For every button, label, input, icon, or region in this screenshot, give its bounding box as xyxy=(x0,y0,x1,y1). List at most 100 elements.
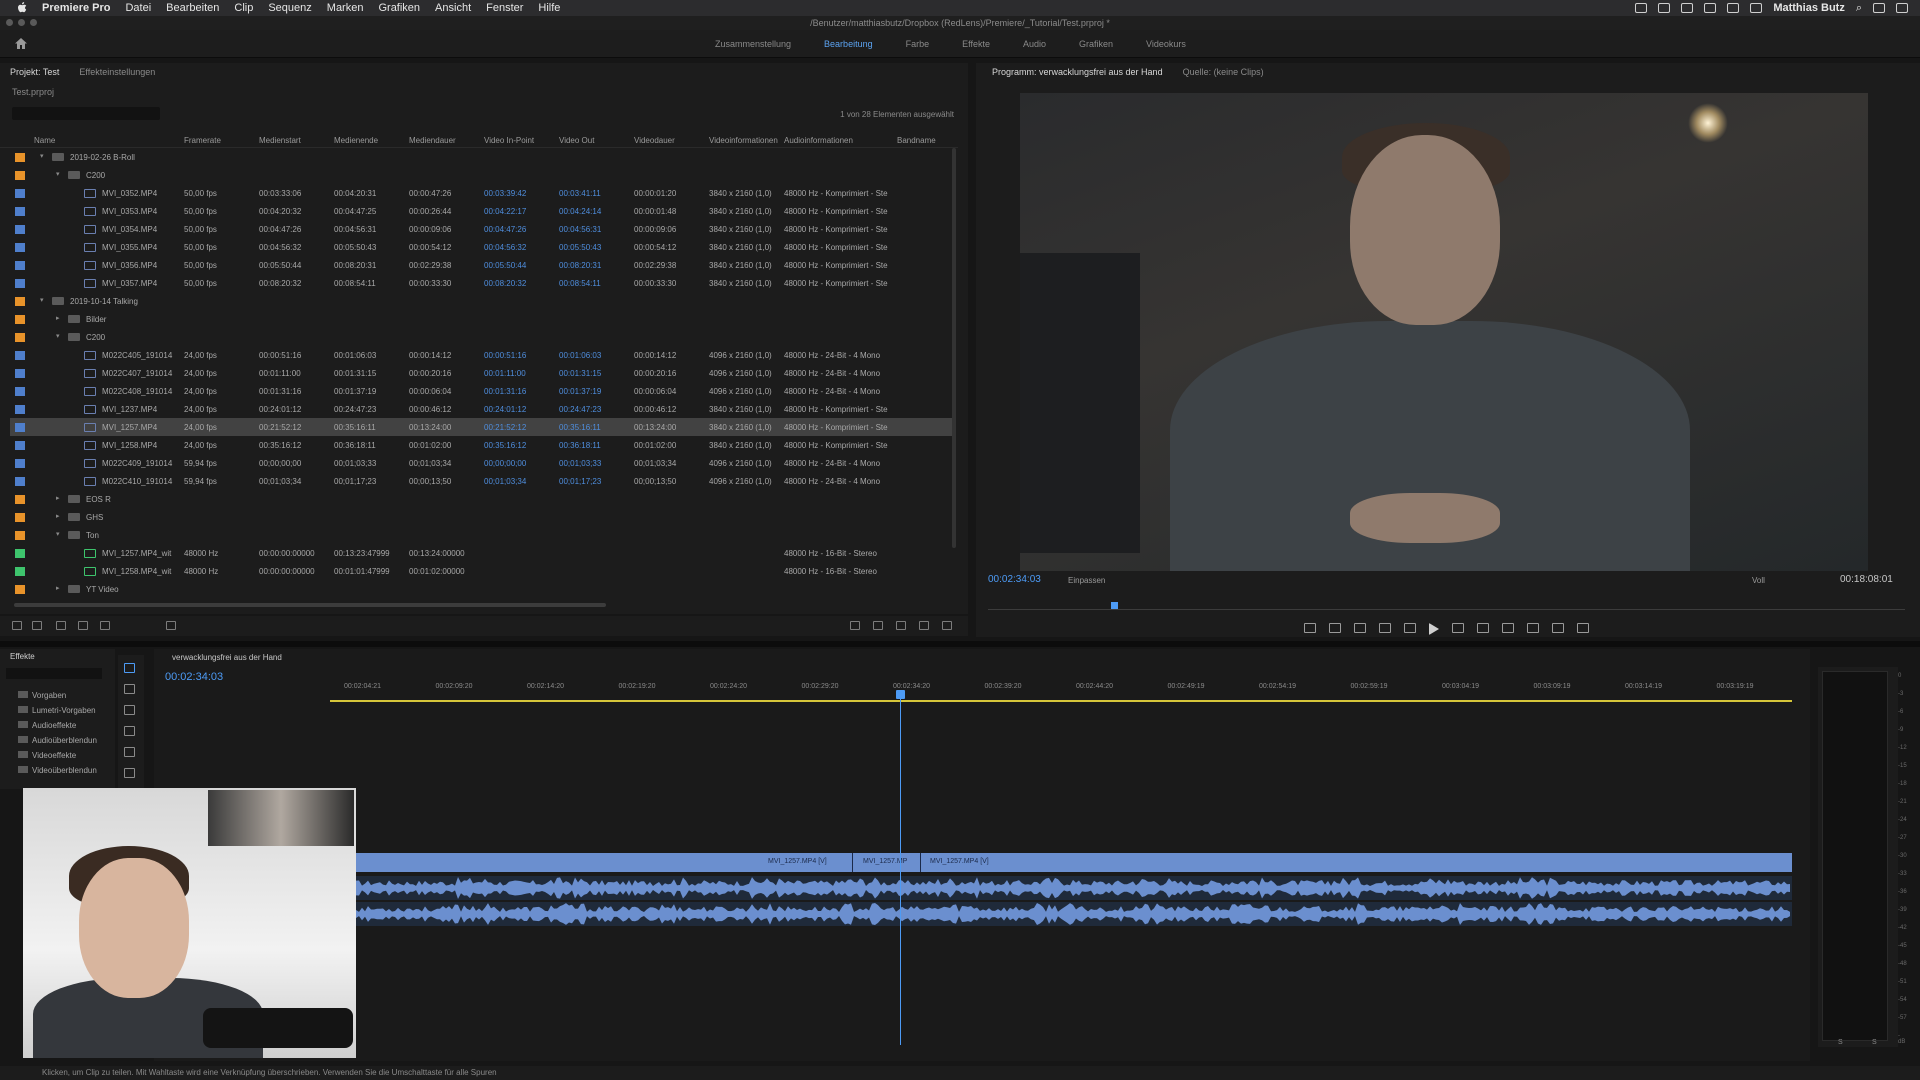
column-videodauer[interactable]: Videodauer xyxy=(634,136,675,145)
step-back-icon[interactable] xyxy=(1404,623,1416,633)
label-color-swatch[interactable] xyxy=(15,513,25,522)
disclosure-open-icon[interactable]: ▾ xyxy=(40,152,44,160)
clip-row[interactable]: MVI_0352.MP4 50,00 fps 00:03:33:06 00:04:20… xyxy=(10,184,952,202)
effects-search-input[interactable] xyxy=(6,668,102,679)
window-zoom-button[interactable] xyxy=(30,19,37,26)
column-mediendauer[interactable]: Mediendauer xyxy=(409,136,456,145)
program-video-frame[interactable] xyxy=(1020,93,1868,571)
column-video-in-point[interactable]: Video In-Point xyxy=(484,136,534,145)
trash-icon[interactable] xyxy=(942,621,952,630)
disclosure-open-icon[interactable]: ▾ xyxy=(56,170,60,178)
clip-row[interactable]: MVI_1257.MP4_wit 48000 Hz 00:00:00:00000 00… xyxy=(10,544,952,562)
time-machine-icon[interactable] xyxy=(1704,3,1717,13)
program-playhead[interactable] xyxy=(1110,602,1118,609)
menu-grafiken[interactable]: Grafiken xyxy=(378,2,420,14)
menu-clip[interactable]: Clip xyxy=(234,2,253,14)
program-timecode[interactable]: 00:02:34:03 xyxy=(988,574,1041,585)
selection-tool-icon[interactable] xyxy=(124,663,135,673)
project-search-input[interactable] xyxy=(12,107,160,120)
label-color-swatch[interactable] xyxy=(15,459,25,468)
timeline-ruler[interactable]: 00:02:04:21 00:02:09:20 00:02:14:20 00:02:1… xyxy=(330,683,1792,701)
label-color-swatch[interactable] xyxy=(15,153,25,162)
spotlight-search-icon[interactable]: ⌕ xyxy=(1856,2,1862,15)
add-marker-icon[interactable] xyxy=(1304,623,1316,633)
workspace-effekte[interactable]: Effekte xyxy=(962,39,990,49)
label-color-swatch[interactable] xyxy=(15,585,25,594)
program-fit-dropdown[interactable]: Einpassen xyxy=(1068,576,1105,585)
column-bandname[interactable]: Bandname xyxy=(897,136,936,145)
extract-icon[interactable] xyxy=(1527,623,1539,633)
track-select-tool-icon[interactable] xyxy=(124,684,135,694)
effects-item[interactable]: Audioeffekte xyxy=(10,721,76,733)
program-scrub-bar[interactable] xyxy=(988,602,1905,610)
effects-item[interactable]: Lumetri-Vorgaben xyxy=(10,706,96,718)
home-icon[interactable] xyxy=(14,37,28,50)
clip-row[interactable]: M022C409_191014 59,94 fps 00;00;00;00 00;01… xyxy=(10,454,952,472)
find-icon[interactable] xyxy=(873,621,883,630)
label-color-swatch[interactable] xyxy=(15,441,25,450)
slip-tool-icon[interactable] xyxy=(124,747,135,757)
program-quality-dropdown[interactable]: Voll xyxy=(1752,576,1765,585)
disclosure-closed-icon[interactable]: ▸ xyxy=(56,494,60,502)
disclosure-open-icon[interactable]: ▾ xyxy=(56,332,60,340)
label-color-swatch[interactable] xyxy=(15,387,25,396)
icon-view-icon[interactable] xyxy=(56,621,66,630)
label-color-swatch[interactable] xyxy=(15,171,25,180)
column-framerate[interactable]: Framerate xyxy=(184,136,221,145)
window-minimize-button[interactable] xyxy=(18,19,25,26)
new-bin-icon[interactable] xyxy=(896,621,906,630)
clip-row[interactable]: M022C405_191014 24,00 fps 00:00:51:16 00:01… xyxy=(10,346,952,364)
label-color-swatch[interactable] xyxy=(15,405,25,414)
bin-row[interactable]: ▾ 2019-10-14 Talking xyxy=(10,292,952,310)
menu-sequenz[interactable]: Sequenz xyxy=(268,2,311,14)
go-to-in-icon[interactable] xyxy=(1379,623,1391,633)
bin-row[interactable]: ▸ YT Video xyxy=(10,580,952,598)
timeline-timecode[interactable]: 00:02:34:03 xyxy=(165,671,223,683)
label-color-swatch[interactable] xyxy=(15,243,25,252)
menu-datei[interactable]: Datei xyxy=(125,2,151,14)
clip-row[interactable]: MVI_0355.MP4 50,00 fps 00:04:56:32 00:05:50… xyxy=(10,238,952,256)
column-audioinformationen[interactable]: Audioinformationen xyxy=(784,136,853,145)
export-frame-icon[interactable] xyxy=(1552,623,1564,633)
workspace-grafiken[interactable]: Grafiken xyxy=(1079,39,1113,49)
clip-row[interactable]: MVI_1258.MP4_wit 48000 Hz 00:00:00:00000 00… xyxy=(10,562,952,580)
tab-sequence[interactable]: verwacklungsfrei aus der Hand xyxy=(172,653,282,662)
label-color-swatch[interactable] xyxy=(15,261,25,270)
freeform-view-icon[interactable] xyxy=(78,621,88,630)
dropbox-icon[interactable] xyxy=(1681,3,1694,13)
bin-row[interactable]: ▾ C200 xyxy=(10,166,952,184)
label-color-swatch[interactable] xyxy=(15,567,25,576)
column-videoinformationen[interactable]: Videoinformationen xyxy=(709,136,778,145)
lift-icon[interactable] xyxy=(1502,623,1514,633)
disclosure-closed-icon[interactable]: ▸ xyxy=(56,512,60,520)
clip-row[interactable]: M022C407_191014 24,00 fps 00:01:11:00 00:01… xyxy=(10,364,952,382)
screen-record-icon[interactable] xyxy=(1635,3,1648,13)
play-icon[interactable] xyxy=(1429,623,1439,635)
edit-point[interactable] xyxy=(920,853,921,872)
tab-source[interactable]: Quelle: (keine Clips) xyxy=(1173,67,1274,77)
label-color-swatch[interactable] xyxy=(15,369,25,378)
bin-row[interactable]: ▸ EOS R xyxy=(10,490,952,508)
clip-row[interactable]: MVI_0354.MP4 50,00 fps 00:04:47:26 00:04:56… xyxy=(10,220,952,238)
clip-row[interactable]: MVI_1257.MP4 24,00 fps 00:21:52:12 00:35:16… xyxy=(10,418,952,436)
pen-tool-icon[interactable] xyxy=(124,768,135,778)
timeline-playhead-line[interactable] xyxy=(900,690,901,1045)
audio-track-a2[interactable] xyxy=(356,902,1792,926)
mark-out-icon[interactable] xyxy=(1354,623,1366,633)
column-video-out[interactable]: Video Out xyxy=(559,136,594,145)
go-to-out-icon[interactable] xyxy=(1477,623,1489,633)
workspace-audio[interactable]: Audio xyxy=(1023,39,1046,49)
column-name[interactable]: Name xyxy=(34,136,55,145)
compare-view-icon[interactable] xyxy=(1577,623,1589,633)
label-color-swatch[interactable] xyxy=(15,207,25,216)
clip-row[interactable]: MVI_0353.MP4 50,00 fps 00:04:20:32 00:04:47… xyxy=(10,202,952,220)
new-item-icon[interactable] xyxy=(919,621,929,630)
step-forward-icon[interactable] xyxy=(1452,623,1464,633)
disclosure-closed-icon[interactable]: ▸ xyxy=(56,584,60,592)
timeline-playhead[interactable] xyxy=(896,690,905,699)
effects-item[interactable]: Videoüberblendun xyxy=(10,766,97,778)
label-color-swatch[interactable] xyxy=(15,351,25,360)
workspace-videokurs[interactable]: Videokurs xyxy=(1146,39,1186,49)
effects-item[interactable]: Audioüberblendun xyxy=(10,736,97,748)
label-color-swatch[interactable] xyxy=(15,297,25,306)
